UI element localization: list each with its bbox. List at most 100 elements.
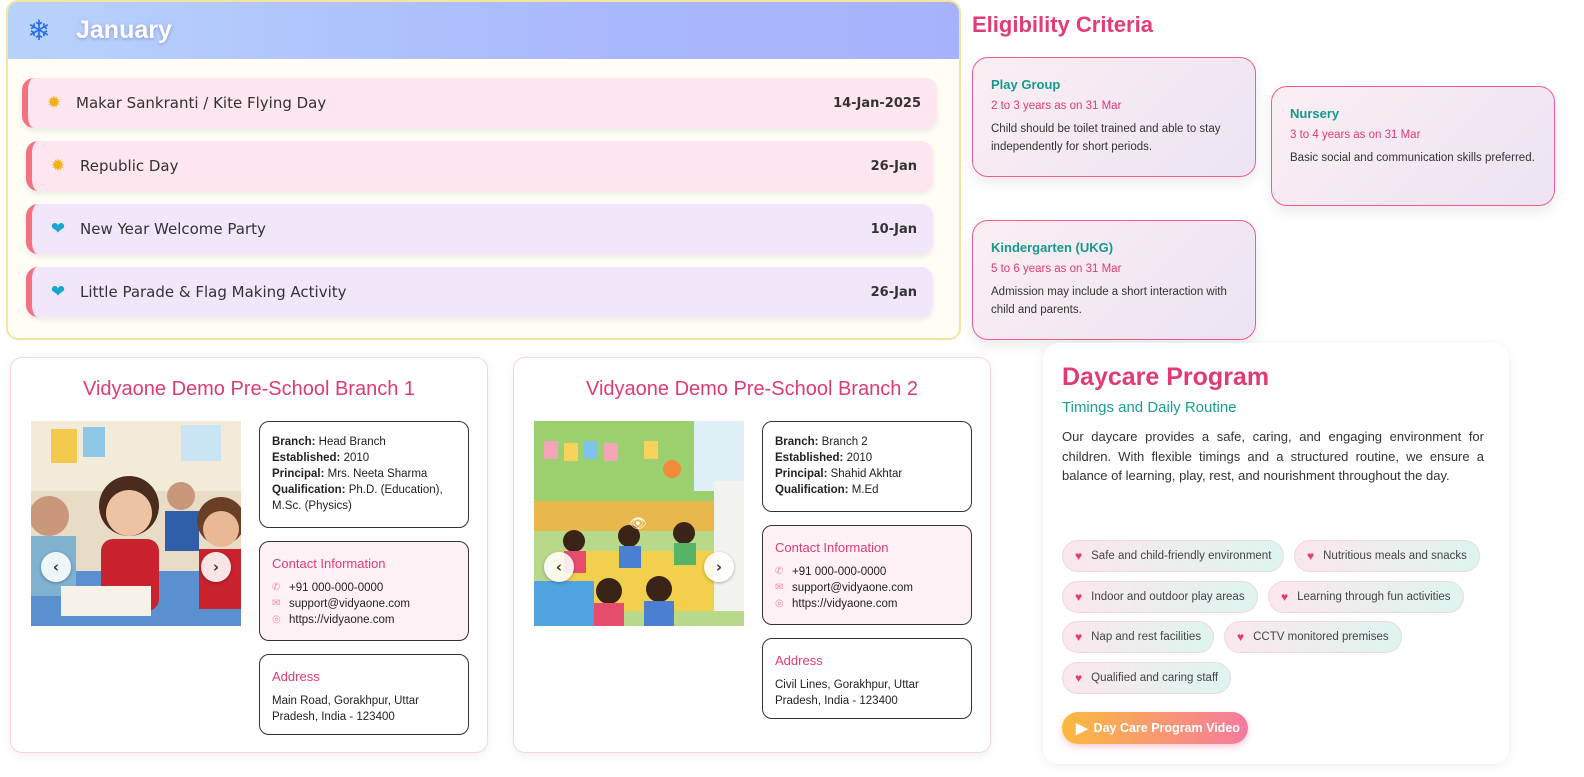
event-name: Republic Day (80, 157, 179, 175)
event-row[interactable]: ✹ Makar Sankranti / Kite Flying Day 14-J… (22, 78, 937, 128)
address-box: Address Main Road, Gorakhpur, Uttar Prad… (259, 654, 469, 735)
contact-info-box: Contact Information ✆ +91 000-000-0000 ✉ s… (762, 525, 972, 625)
eligibility-title: Eligibility Criteria (972, 12, 1153, 37)
event-row[interactable]: ✹ Republic Day 26-Jan (26, 141, 933, 191)
balloon-icon: ❤ (50, 282, 66, 302)
eligibility-card-title: Nursery (1290, 106, 1340, 121)
heart-icon: ♥ (1075, 671, 1083, 685)
eligibility-age: 5 to 6 years as on 31 Mar (991, 263, 1122, 275)
principal-value: Shahid Akhtar (830, 468, 903, 480)
principal-label: Principal: (775, 468, 828, 480)
event-name: Little Parade & Flag Making Activity (80, 283, 347, 301)
heart-icon: ♥ (1075, 590, 1083, 604)
email-icon: ✉ (272, 598, 281, 609)
contact-phone[interactable]: +91 000-000-0000 (289, 580, 383, 596)
event-date: 14-Jan-2025 (833, 95, 921, 111)
address-title: Address (272, 669, 320, 684)
contact-website[interactable]: https://vidyaone.com (792, 596, 897, 612)
eye-icon[interactable]: 👁 (629, 516, 647, 532)
phone-icon: ✆ (775, 566, 784, 577)
contact-email[interactable]: support@vidyaone.com (289, 596, 410, 612)
eligibility-card-title: Play Group (991, 77, 1061, 92)
play-icon: ▶ (1076, 720, 1088, 737)
snowflake-icon: ❄ (27, 14, 51, 47)
heart-icon: ♥ (1075, 630, 1083, 644)
principal-label: Principal: (272, 468, 325, 480)
feature-label: Learning through fun activities (1297, 591, 1451, 603)
event-name: New Year Welcome Party (80, 220, 266, 238)
heart-icon: ♥ (1281, 590, 1289, 604)
branch-label: Branch: (775, 436, 819, 448)
contact-website[interactable]: https://vidyaone.com (289, 612, 394, 628)
branch-value: Head Branch (318, 436, 386, 448)
heart-icon: ♥ (1075, 549, 1083, 563)
eligibility-card-nursery: Nursery 3 to 4 years as on 31 Mar Basic … (1271, 86, 1555, 206)
event-name: Makar Sankranti / Kite Flying Day (76, 94, 327, 112)
email-icon: ✉ (775, 582, 784, 593)
principal-value: Mrs. Neeta Sharma (327, 468, 428, 480)
branch-info-box: Branch: Head Branch Established: 2010 Pr… (259, 421, 469, 528)
branch-photo: 👁 ‹ › (534, 421, 744, 626)
eligibility-desc: Child should be toilet trained and able … (991, 123, 1221, 153)
contact-title: Contact Information (272, 556, 386, 571)
feature-chip: ♥ Indoor and outdoor play areas (1062, 581, 1258, 613)
branch-title: Vidyaone Demo Pre-School Branch 2 (585, 378, 919, 400)
balloon-icon: ❤ (50, 219, 66, 239)
contact-phone[interactable]: +91 000-000-0000 (792, 564, 886, 580)
daycare-description: Our daycare provides a safe, caring, and… (1062, 429, 1484, 483)
phone-icon: ✆ (272, 582, 281, 593)
eligibility-card-title: Kindergarten (UKG) (991, 240, 1114, 255)
daycare-subtitle: Timings and Daily Routine (1062, 399, 1237, 416)
branch-photo: ‹ › (31, 421, 241, 626)
feature-chip: ♥ Qualified and caring staff (1062, 662, 1232, 694)
qualification-label: Qualification: (775, 484, 849, 496)
branch-info-box: Branch: Branch 2 Established: 2010 Princ… (762, 421, 972, 512)
feature-chip: ♥ Nap and rest facilities (1062, 621, 1215, 653)
branch-value: Branch 2 (821, 436, 868, 448)
daycare-video-button[interactable]: ▶ Day Care Program Video (1062, 712, 1248, 744)
event-row[interactable]: ❤ New Year Welcome Party 10-Jan (26, 204, 933, 254)
feature-label: Indoor and outdoor play areas (1091, 591, 1245, 603)
established-label: Established: (775, 452, 844, 464)
month-title: January (76, 16, 172, 44)
branch-label: Branch: (272, 436, 316, 448)
branch-card-2: Vidyaone Demo Pre-School Branch 2 👁 ‹ › … (513, 357, 991, 753)
daycare-card: Daycare Program Timings and Daily Routin… (1043, 343, 1509, 764)
eligibility-age: 3 to 4 years as on 31 Mar (1290, 129, 1421, 141)
carousel-prev-button[interactable]: ‹ (41, 552, 71, 582)
address-text: Main Road, Gorakhpur, Uttar Pradesh, Ind… (272, 695, 420, 723)
globe-icon: ◎ (775, 598, 784, 609)
sun-icon: ✹ (46, 93, 62, 113)
event-date: 26-Jan (870, 284, 917, 300)
daycare-title: Daycare Program (1062, 363, 1270, 391)
eligibility-desc: Admission may include a short interactio… (991, 286, 1227, 316)
video-button-label: Day Care Program Video (1093, 721, 1240, 735)
january-header: ❄ January (8, 2, 959, 59)
heart-icon: ♥ (1307, 549, 1315, 563)
address-box: Address Civil Lines, Gorakhpur, Uttar Pr… (762, 638, 972, 719)
event-date: 10-Jan (870, 221, 917, 237)
carousel-prev-button[interactable]: ‹ (544, 552, 574, 582)
feature-chip: ♥ CCTV monitored premises (1224, 621, 1402, 653)
feature-label: Nap and rest facilities (1091, 631, 1202, 643)
contact-info-box: Contact Information ✆ +91 000-000-0000 ✉ s… (259, 541, 469, 641)
carousel-next-button[interactable]: › (201, 552, 231, 582)
feature-chip: ♥ Learning through fun activities (1268, 581, 1464, 613)
january-events-panel: ❄ January ✹ Makar Sankranti / Kite Flyin… (6, 0, 961, 340)
contact-email[interactable]: support@vidyaone.com (792, 580, 913, 596)
eligibility-age: 2 to 3 years as on 31 Mar (991, 100, 1122, 112)
heart-icon: ♥ (1237, 630, 1245, 644)
eligibility-card-playgroup: Play Group 2 to 3 years as on 31 Mar Chi… (972, 57, 1256, 177)
event-row[interactable]: ❤ Little Parade & Flag Making Activity 2… (26, 267, 933, 317)
carousel-next-button[interactable]: › (704, 552, 734, 582)
established-label: Established: (272, 452, 341, 464)
address-text: Civil Lines, Gorakhpur, Uttar Pradesh, I… (775, 679, 919, 707)
feature-chip: ♥ Nutritious meals and snacks (1294, 540, 1480, 572)
globe-icon: ◎ (272, 614, 281, 625)
feature-chip: ♥ Safe and child-friendly environment (1062, 540, 1285, 572)
feature-label: Qualified and caring staff (1091, 672, 1219, 684)
event-date: 26-Jan (870, 158, 917, 174)
branch-card-1: Vidyaone Demo Pre-School Branch 1 ‹ › Br… (10, 357, 488, 753)
contact-title: Contact Information (775, 540, 889, 555)
sun-icon: ✹ (50, 156, 66, 176)
